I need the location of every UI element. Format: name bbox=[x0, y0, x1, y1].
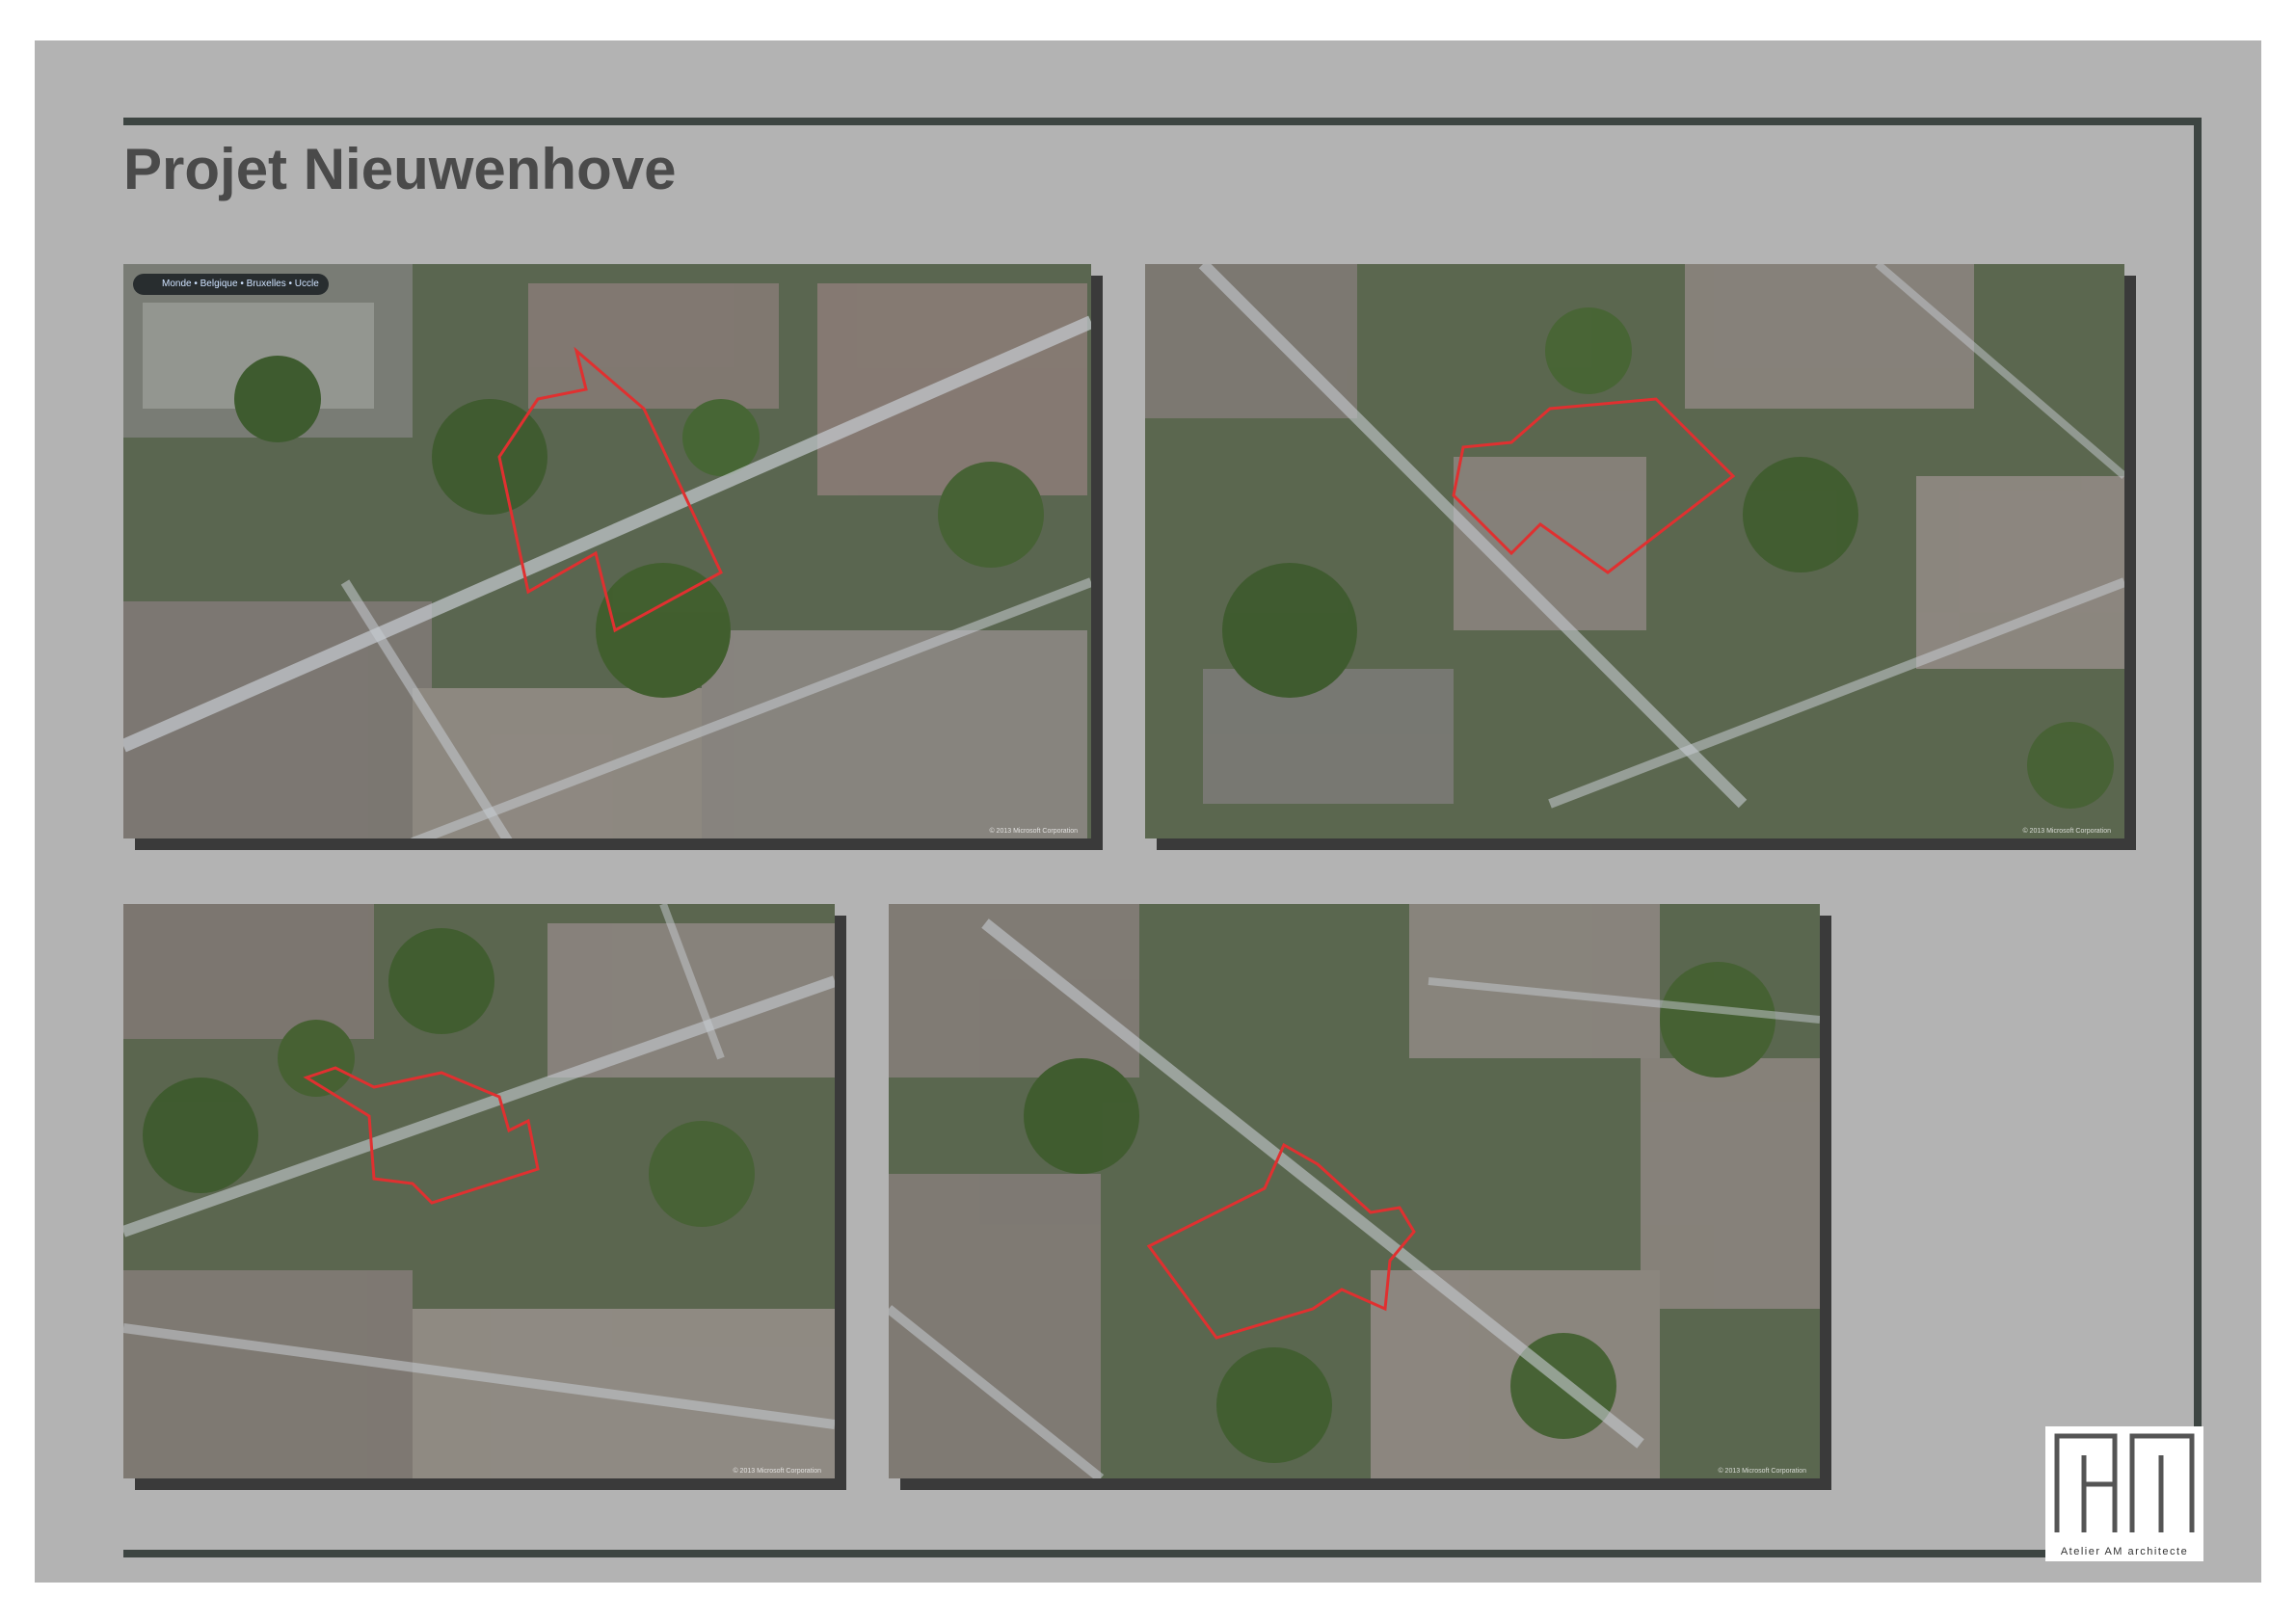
page-title: Projet Nieuwenhove bbox=[123, 137, 677, 201]
map-copyright: © 2013 Microsoft Corporation bbox=[1718, 1468, 1806, 1475]
atelier-am-logo: Atelier AM architecte bbox=[2045, 1426, 2203, 1561]
aerial-image bbox=[1145, 264, 2124, 838]
logo-caption: Atelier AM architecte bbox=[2060, 1546, 2189, 1557]
aerial-photo-4: © 2013 Microsoft Corporation bbox=[889, 904, 1820, 1478]
map-copyright: © 2013 Microsoft Corporation bbox=[989, 828, 1078, 835]
aerial-image bbox=[889, 904, 1820, 1478]
right-rule bbox=[2194, 118, 2202, 1428]
map-copyright: © 2013 Microsoft Corporation bbox=[2022, 828, 2111, 835]
aerial-image bbox=[123, 264, 1091, 838]
top-rule bbox=[123, 118, 2200, 125]
aerial-image bbox=[123, 904, 835, 1478]
bottom-rule bbox=[123, 1550, 2045, 1557]
am-monogram-icon bbox=[2054, 1433, 2195, 1532]
aerial-photo-3: © 2013 Microsoft Corporation bbox=[123, 904, 835, 1478]
map-breadcrumb[interactable]: Monde • Belgique • Bruxelles • Uccle bbox=[133, 274, 329, 295]
map-copyright: © 2013 Microsoft Corporation bbox=[733, 1468, 821, 1475]
aerial-photo-1: Monde • Belgique • Bruxelles • Uccle © 2… bbox=[123, 264, 1091, 838]
aerial-photo-2: © 2013 Microsoft Corporation bbox=[1145, 264, 2124, 838]
